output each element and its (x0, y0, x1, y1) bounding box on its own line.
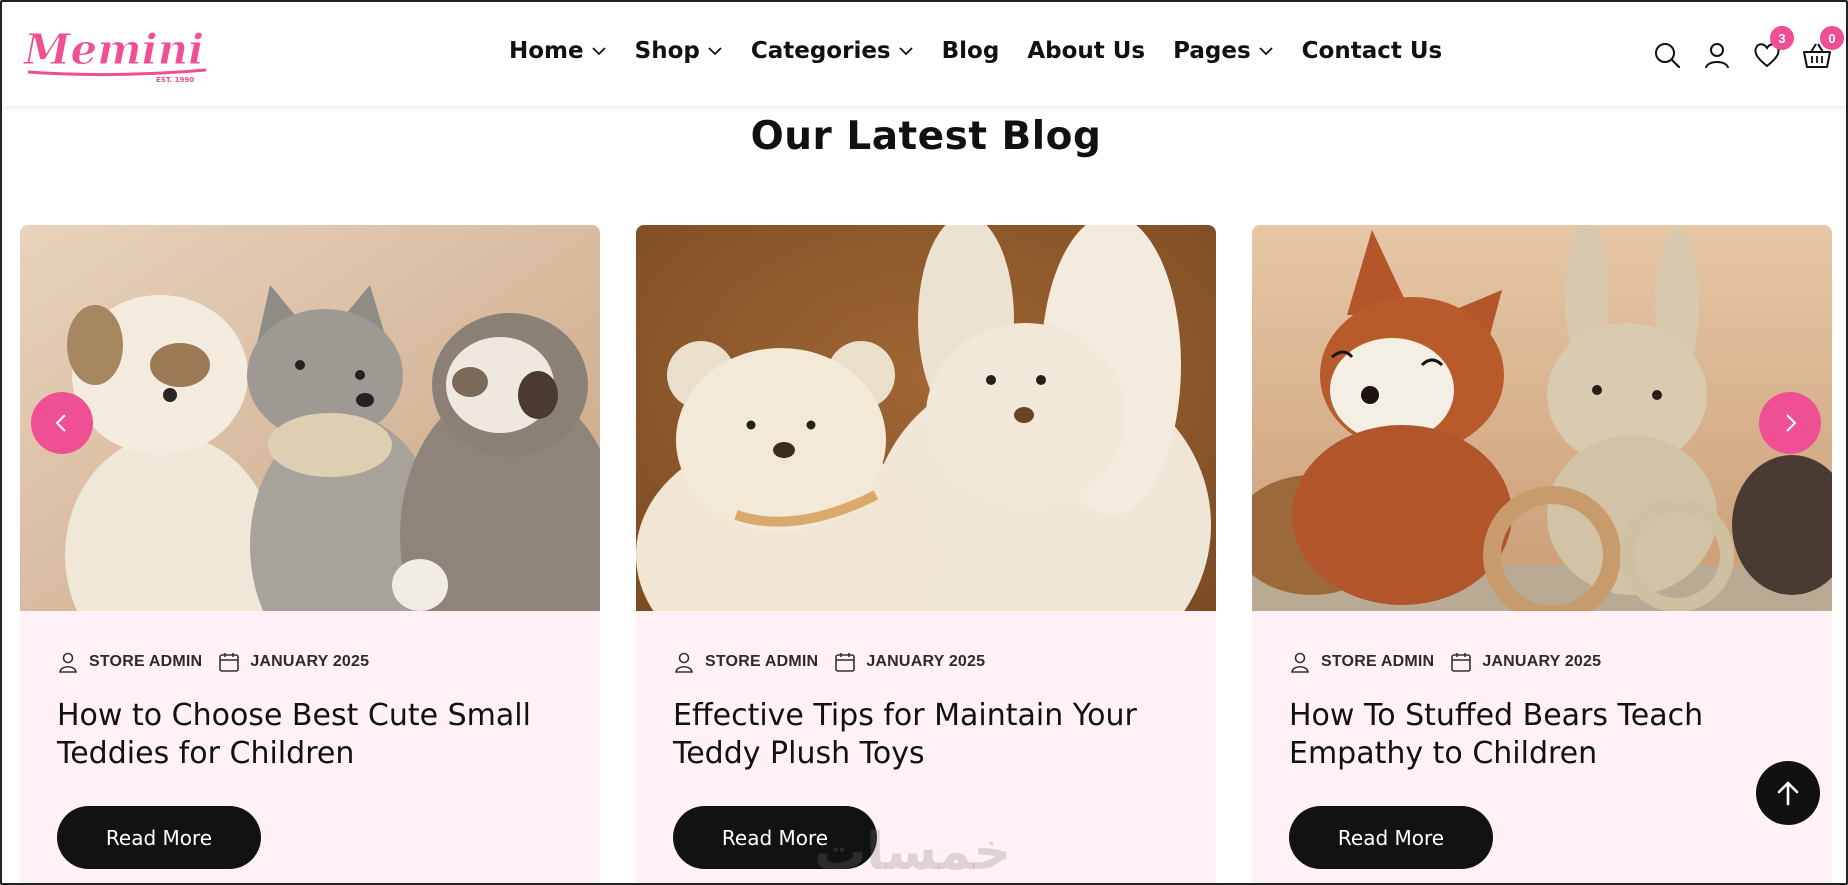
chevron-down-icon (898, 47, 913, 56)
search-button[interactable] (1652, 40, 1682, 70)
memini-logo[interactable]: Memini EST. 1990 (20, 20, 210, 86)
nav-categories-label: Categories (750, 38, 891, 64)
post-meta: STORE ADMIN JANUARY 2025 (673, 651, 1001, 673)
calendar-icon (1451, 653, 1472, 672)
chevron-down-icon (1259, 47, 1273, 56)
nav-home[interactable]: Home (509, 38, 607, 64)
chevron-down-icon (591, 47, 606, 56)
post-title[interactable]: How To Stuffed Bears Teach Empathy to Ch… (1289, 697, 1789, 773)
nav-pages-label: Pages (1173, 38, 1251, 64)
header-actions: 3 0 (1652, 26, 1844, 70)
cart-count-badge: 0 (1820, 26, 1844, 50)
post-author[interactable]: STORE ADMIN (89, 653, 202, 671)
section-title: Our Latest Blog (750, 114, 1102, 159)
svg-text:Memini: Memini (22, 25, 204, 74)
wishlist-button[interactable]: 3 (1752, 26, 1794, 70)
chevron-right-icon (1786, 414, 1797, 432)
search-icon (1655, 43, 1681, 69)
svg-text:EST. 1990: EST. 1990 (156, 76, 194, 84)
watermark-text: خمسات (814, 822, 1012, 882)
wishlist-count-badge: 3 (1770, 26, 1794, 50)
site-header: Memini EST. 1990 Home Shop Categories Bl… (2, 2, 1846, 106)
arrow-up-icon (1777, 781, 1799, 806)
post-title[interactable]: How to Choose Best Cute Small Teddies fo… (57, 697, 557, 773)
user-icon (59, 652, 77, 673)
main-nav: Home Shop Categories Blog About Us Pages (509, 38, 1470, 64)
account-button[interactable] (1702, 40, 1732, 70)
user-icon (1705, 43, 1729, 69)
calendar-icon (835, 653, 856, 672)
user-icon (675, 652, 693, 673)
carousel-next-button[interactable] (1759, 392, 1821, 454)
post-title[interactable]: Effective Tips for Maintain Your Teddy P… (673, 697, 1173, 773)
nav-home-label: Home (509, 38, 584, 64)
post-date: JANUARY 2025 (1482, 653, 1602, 670)
post-date: JANUARY 2025 (866, 653, 986, 670)
post-author[interactable]: STORE ADMIN (1321, 653, 1434, 671)
nav-pages[interactable]: Pages (1173, 38, 1274, 64)
chevron-down-icon (708, 47, 722, 56)
post-author[interactable]: STORE ADMIN (705, 653, 818, 671)
back-to-top-button[interactable] (1756, 761, 1820, 825)
blog-image-white-teddies[interactable] (636, 225, 1216, 611)
page-frame: Memini EST. 1990 Home Shop Categories Bl… (0, 0, 1848, 885)
post-date: JANUARY 2025 (250, 653, 370, 670)
nav-contact-label: Contact Us (1301, 38, 1443, 64)
post-meta: STORE ADMIN JANUARY 2025 (1289, 651, 1617, 673)
chevron-left-icon (55, 414, 66, 432)
nav-shop[interactable]: Shop (635, 38, 723, 64)
nav-contact-us[interactable]: Contact Us (1302, 38, 1443, 64)
read-more-button[interactable]: Read More (1289, 806, 1493, 869)
nav-about-us[interactable]: About Us (1027, 38, 1145, 64)
calendar-icon (219, 653, 240, 672)
blog-card: STORE ADMIN JANUARY 2025 Effective Tips … (636, 225, 1216, 883)
carousel-prev-button[interactable] (31, 392, 93, 454)
cart-button[interactable]: 0 (1802, 26, 1844, 70)
nav-categories[interactable]: Categories (751, 38, 914, 64)
blog-image-knitted-plush[interactable] (20, 225, 600, 611)
post-meta: STORE ADMIN JANUARY 2025 (57, 651, 385, 673)
blog-image-crochet-fox-bunny[interactable] (1252, 225, 1832, 611)
nav-about-label: About Us (1027, 38, 1146, 64)
blog-card: STORE ADMIN JANUARY 2025 How To Stuffed … (1252, 225, 1832, 883)
nav-shop-label: Shop (634, 38, 700, 64)
blog-card: STORE ADMIN JANUARY 2025 How to Choose B… (20, 225, 600, 883)
user-icon (1291, 652, 1309, 673)
read-more-button[interactable]: Read More (57, 806, 261, 869)
nav-blog-label: Blog (941, 38, 1000, 64)
nav-blog[interactable]: Blog (942, 38, 1000, 64)
